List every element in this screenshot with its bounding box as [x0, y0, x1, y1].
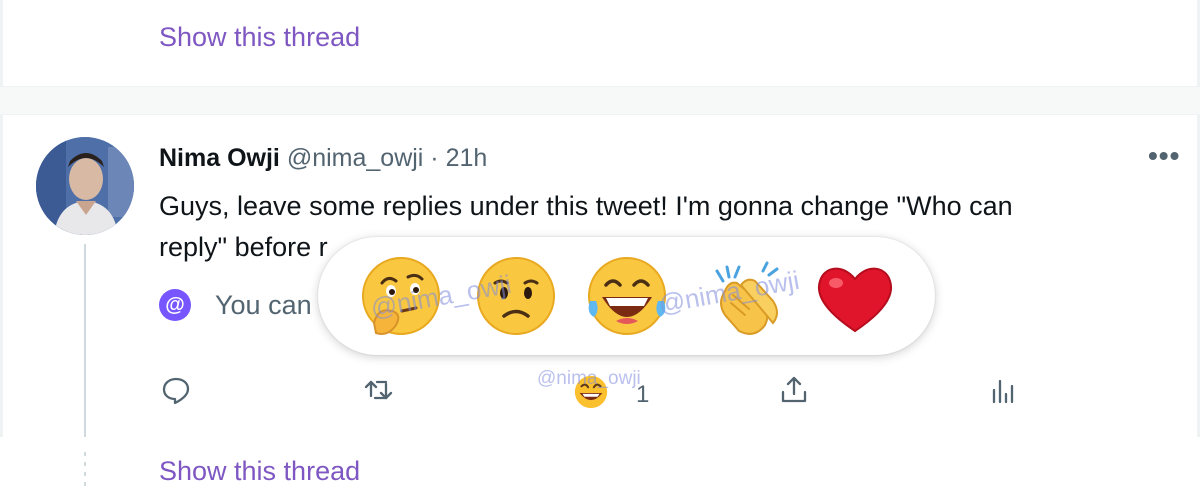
share-button[interactable] — [778, 374, 818, 414]
reply-restriction-text: You can — [215, 289, 312, 320]
frowning-face-icon[interactable] — [471, 251, 561, 341]
thread-continuation-dots — [84, 452, 86, 492]
at-sign-icon: @ — [159, 289, 191, 321]
clapping-hands-icon[interactable] — [703, 251, 793, 341]
author-name[interactable]: Nima Owji — [159, 144, 280, 172]
red-heart-icon[interactable] — [810, 251, 900, 341]
tweet-header: Nima Owji @nima_owji · 21h — [159, 144, 487, 173]
show-this-thread-link[interactable]: Show this thread — [159, 22, 360, 53]
reaction-count: 1 — [636, 381, 650, 408]
reply-button[interactable] — [160, 374, 200, 414]
reply-icon — [162, 377, 190, 405]
retweet-button[interactable] — [363, 374, 403, 414]
analytics-icon — [992, 379, 1014, 404]
share-icon — [781, 376, 807, 403]
analytics-button[interactable] — [986, 374, 1026, 414]
laughing-tears-face-icon[interactable] — [582, 251, 672, 341]
tweet-divider — [0, 86, 1200, 115]
watermark-small: @nima_owji — [537, 368, 641, 389]
author-handle-time[interactable]: @nima_owji · 21h — [287, 144, 487, 172]
reaction-picker: @nima_owji @nima_owji — [318, 237, 935, 355]
avatar[interactable] — [36, 137, 134, 235]
retweet-icon — [364, 380, 393, 400]
thinking-face-icon[interactable] — [356, 251, 446, 341]
tweet-text-line-1: Guys, leave some replies under this twee… — [159, 191, 1013, 221]
reply-restriction: @ You can — [159, 287, 312, 323]
show-this-thread-link[interactable]: Show this thread — [159, 456, 360, 487]
more-options-button[interactable]: ••• — [1148, 140, 1180, 172]
